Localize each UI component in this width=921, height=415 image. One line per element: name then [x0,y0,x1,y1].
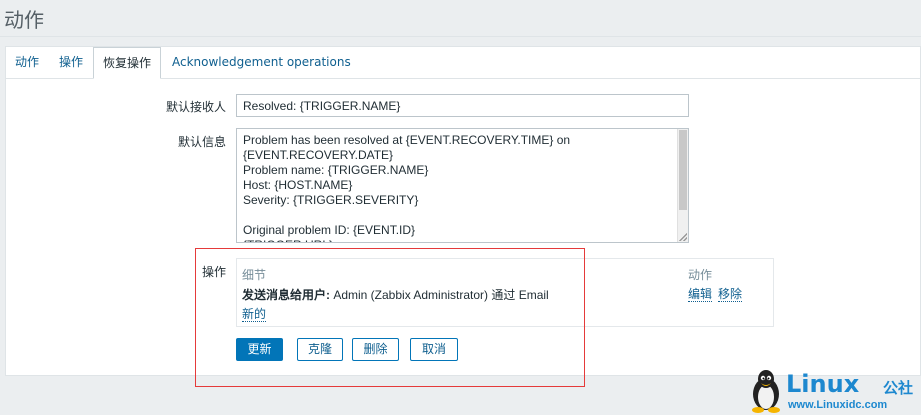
tab-action[interactable]: 动作 [6,47,48,78]
remove-operation-link[interactable]: 移除 [718,288,743,302]
tab-bar: 动作 操作 恢复操作 Acknowledgement operations [6,47,920,79]
resize-grip-icon[interactable] [679,233,687,241]
update-button[interactable]: 更新 [236,338,283,361]
watermark-brand-suffix: 公社 [883,379,914,397]
clone-button[interactable]: 克隆 [297,338,343,361]
column-header-details: 细节 [242,268,267,282]
page-title: 动作 [4,8,44,32]
new-operation-link[interactable]: 新的 [242,308,267,322]
watermark-brand: Linux [786,370,860,398]
tab-operations[interactable]: 操作 [50,47,92,78]
scrollbar-thumb[interactable] [679,130,687,210]
watermark-url: www.Linuxidc.com [788,399,888,411]
textarea-scrollbar[interactable] [677,129,688,242]
watermark: Linux 公社 www.Linuxidc.com [748,368,921,415]
default-message-text[interactable]: Problem has been resolved at {EVENT.RECO… [243,133,671,242]
delete-button[interactable]: 删除 [352,338,399,361]
action-form-panel: 动作 操作 恢复操作 Acknowledgement operations 默认… [5,46,921,376]
edit-operation-link[interactable]: 编辑 [688,288,713,302]
tab-acknowledgement-operations[interactable]: Acknowledgement operations [163,47,360,78]
default-recipient-input[interactable] [236,94,689,117]
tab-recovery-operations[interactable]: 恢复操作 [93,47,162,79]
default-message-label: 默认信息 [177,135,226,149]
operation-detail: Admin (Zabbix Administrator) 通过 Email [330,288,549,302]
title-divider [0,36,921,37]
operations-table: 细节 动作 发送消息给用户: Admin (Zabbix Administrat… [236,258,774,327]
tux-penguin-icon [752,370,780,413]
default-message-textarea[interactable]: Problem has been resolved at {EVENT.RECO… [236,128,689,243]
operations-label: 操作 [201,265,226,279]
cancel-button[interactable]: 取消 [410,338,458,361]
operation-row: 发送消息给用户: Admin (Zabbix Administrator) 通过… [242,286,549,303]
column-header-action: 动作 [688,268,713,282]
operation-type: 发送消息给用户: [242,288,330,302]
default-recipient-label: 默认接收人 [165,100,226,114]
